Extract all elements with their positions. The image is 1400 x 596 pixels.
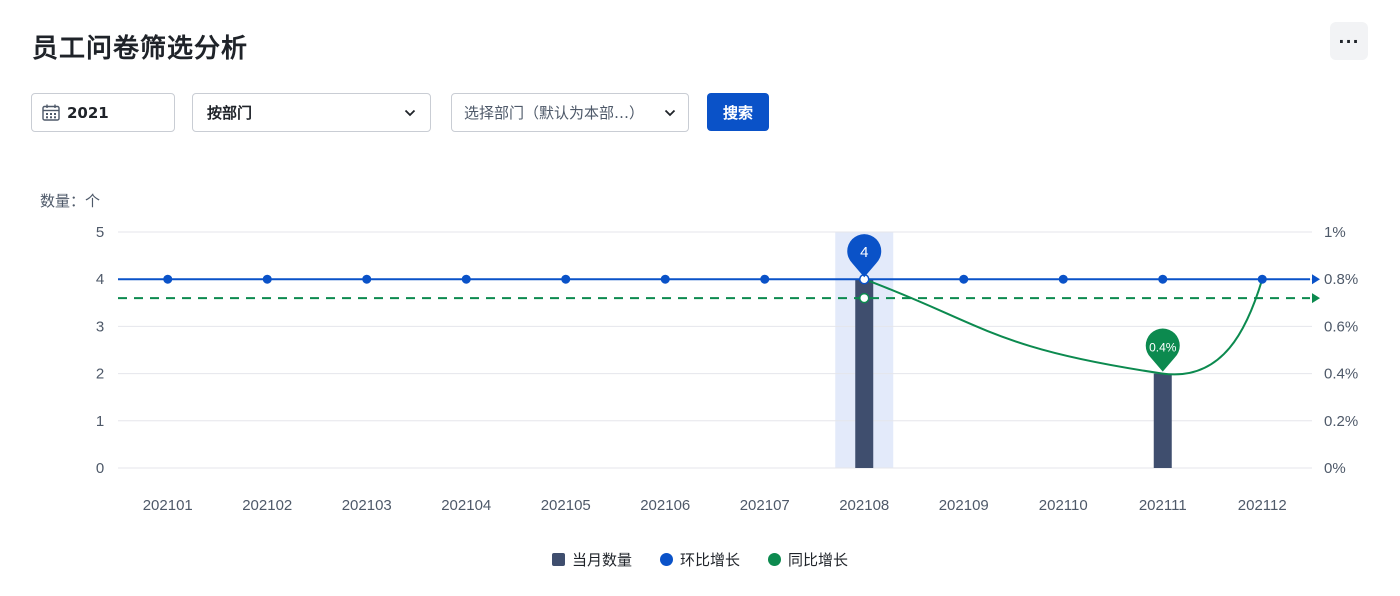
x-tick-label: 202107 xyxy=(740,497,790,514)
x-tick-label: 202106 xyxy=(640,497,690,514)
reference-point-202108 xyxy=(859,292,870,304)
y-left-tick-label: 1 xyxy=(96,413,104,430)
mom-point-202110 xyxy=(1058,274,1068,284)
y-left-tick-label: 5 xyxy=(96,224,104,241)
year-value: 2021 xyxy=(67,103,109,122)
mom-line-arrow xyxy=(1312,274,1320,285)
y-right-tick-label: 1% xyxy=(1324,224,1346,241)
chevron-down-icon xyxy=(664,109,676,116)
x-tick-label: 202103 xyxy=(342,497,392,514)
x-tick-label: 202101 xyxy=(143,497,193,514)
chart-legend: 当月数量 环比增长 同比增长 xyxy=(0,549,1400,570)
x-tick-label: 202105 xyxy=(541,497,591,514)
x-tick-label: 202110 xyxy=(1039,497,1088,514)
bar-202108 xyxy=(855,279,874,468)
calendar-icon xyxy=(42,104,60,121)
legend-item-mom-growth[interactable]: 环比增长 xyxy=(659,549,740,570)
search-button[interactable]: 搜索 xyxy=(707,93,769,131)
y-left-tick-label: 0 xyxy=(96,460,104,477)
y-axis-unit-label: 数量：个 xyxy=(40,192,100,210)
more-options-button[interactable]: ··· xyxy=(1330,22,1368,60)
bar-202111 xyxy=(1153,373,1172,468)
legend-swatch-dot xyxy=(659,553,673,566)
legend-label: 同比增长 xyxy=(788,551,849,569)
legend-item-yoy-growth[interactable]: 同比增长 xyxy=(768,549,848,570)
group-mode-select[interactable]: 按部门 xyxy=(192,93,431,132)
mom-point-202104 xyxy=(461,274,471,284)
y-left-tick-label: 2 xyxy=(96,366,104,383)
y-right-tick-label: 0.4% xyxy=(1324,366,1358,383)
x-tick-label: 202109 xyxy=(939,497,989,514)
y-right-tick-label: 0.6% xyxy=(1324,318,1358,335)
x-tick-label: 202112 xyxy=(1238,497,1287,514)
y-left-tick-label: 4 xyxy=(96,271,104,288)
mom-point-202105 xyxy=(561,274,571,284)
year-picker[interactable]: 2021 xyxy=(31,93,175,132)
legend-label: 环比增长 xyxy=(679,551,740,569)
legend-swatch-bar xyxy=(551,553,565,566)
annotation-label: 4 xyxy=(860,244,868,261)
mom-point-202112 xyxy=(1257,274,1267,284)
department-select[interactable]: 选择部门（默认为本部…） xyxy=(451,93,689,132)
x-tick-label: 202108 xyxy=(839,497,889,514)
annotation-label: 0.4% xyxy=(1149,341,1177,355)
x-tick-label: 202111 xyxy=(1139,497,1187,514)
legend-item-monthly-count[interactable]: 当月数量 xyxy=(551,549,632,570)
mom-point-202102 xyxy=(262,274,272,284)
mom-point-202107 xyxy=(760,274,770,284)
y-right-tick-label: 0% xyxy=(1324,460,1346,477)
legend-label: 当月数量 xyxy=(571,551,632,569)
y-left-tick-label: 3 xyxy=(96,318,104,335)
group-mode-value: 按部门 xyxy=(207,104,253,122)
department-placeholder: 选择部门（默认为本部…） xyxy=(464,104,645,122)
mom-point-202106 xyxy=(660,274,670,284)
x-tick-label: 202102 xyxy=(242,497,292,514)
chevron-down-icon xyxy=(404,109,416,116)
y-right-tick-label: 0.2% xyxy=(1324,413,1358,430)
legend-swatch-dot xyxy=(768,553,781,566)
x-tick-label: 202104 xyxy=(441,497,491,514)
reference-line-arrow xyxy=(1312,293,1320,304)
y-right-tick-label: 0.8% xyxy=(1324,271,1358,288)
survey-chart: 数量：个 0 0% 1 0.2% 2 0.4% 3 0.6% 4 0.8% 5 1% 202101 2021… xyxy=(40,192,1358,514)
mom-point-202101 xyxy=(163,274,173,284)
page-title: 员工问卷筛选分析 xyxy=(32,34,249,64)
mom-point-202111 xyxy=(1158,274,1168,284)
mom-point-202109 xyxy=(959,274,969,284)
mom-point-202103 xyxy=(362,274,372,284)
